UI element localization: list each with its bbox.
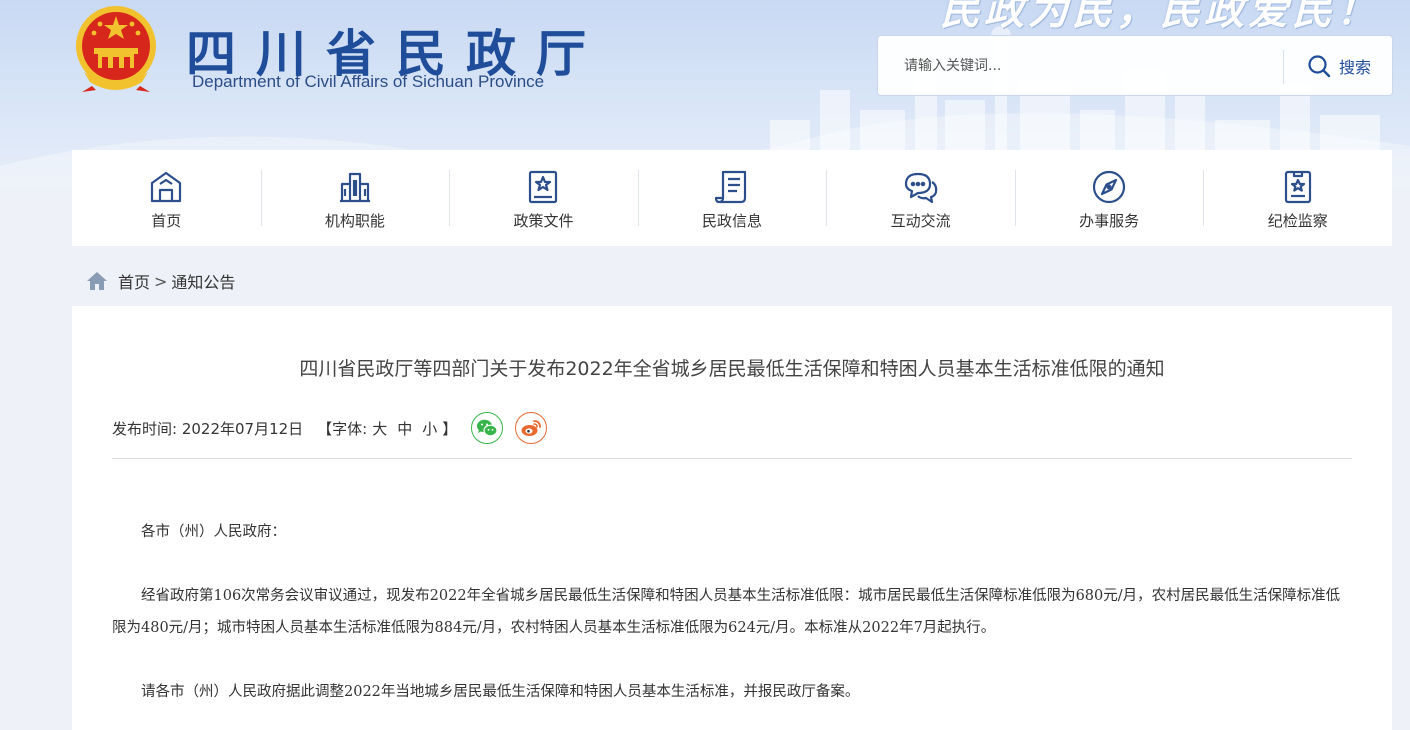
nav-label-services: 办事服务: [1079, 212, 1140, 230]
breadcrumb-home-link[interactable]: 首页: [118, 269, 150, 293]
font-size-bracket-close: 】: [442, 419, 458, 438]
main-nav: 首页 机构职能 政策文件 民政信息 互动交流 办事服务 纪检监察: [72, 150, 1392, 246]
article-body: 各市（州）人民政府： 经省政府第106次常务会议审议通过，现发布2022年全省城…: [112, 516, 1352, 730]
document-icon: [714, 170, 747, 204]
search-button-label: 搜索: [1338, 58, 1371, 77]
nav-item-institution[interactable]: 机构职能: [260, 150, 450, 246]
publish-date: 发布时间: 2022年07月12日: [112, 419, 304, 438]
nav-label-home: 首页: [151, 212, 182, 230]
chat-icon: [904, 172, 937, 204]
font-size-large-button[interactable]: 大: [372, 418, 387, 439]
article-title: 四川省民政厅等四部门关于发布2022年全省城乡居民最低生活保障和特困人员基本生活…: [299, 358, 1165, 380]
share-weibo-button[interactable]: [515, 412, 548, 444]
nav-label-institution: 机构职能: [324, 212, 385, 230]
font-size-bracket-open: 【字体:: [317, 419, 368, 438]
search-input[interactable]: [888, 44, 1283, 88]
nav-item-policy[interactable]: 政策文件: [449, 150, 638, 246]
article-paragraph: 各市（州）人民政府：: [141, 524, 286, 540]
breadcrumb-current-link[interactable]: 通知公告: [171, 269, 235, 293]
policy-book-icon: [529, 170, 558, 204]
article-panel: 四川省民政厅等四部门关于发布2022年全省城乡居民最低生活保障和特困人员基本生活…: [72, 306, 1392, 730]
building-icon: [339, 172, 370, 203]
breadcrumb: 首页 > 通知公告: [86, 268, 235, 294]
nav-item-interaction[interactable]: 互动交流: [826, 150, 1015, 246]
search-icon: [1308, 55, 1331, 78]
site-subtitle: Department of Civil Affairs of Sichuan P…: [192, 72, 545, 91]
weibo-icon: [521, 420, 542, 436]
nav-item-home[interactable]: 首页: [72, 150, 261, 246]
article-paragraph: 请各市（州）人民政府据此调整2022年当地城乡居民最低生活保障和特困人员基本生活…: [141, 684, 860, 700]
wechat-icon: [477, 419, 498, 437]
nav-label-news: 民政信息: [702, 212, 763, 230]
breadcrumb-separator: >: [154, 271, 168, 291]
home-icon: [151, 171, 182, 203]
nav-item-services[interactable]: 办事服务: [1014, 150, 1204, 246]
national-emblem-logo: [76, 6, 156, 92]
nav-label-policy: 政策文件: [513, 212, 574, 230]
badge-icon: [1284, 170, 1311, 204]
search-button[interactable]: 搜索: [1290, 46, 1388, 86]
article-divider: [112, 458, 1352, 459]
search-box: 搜索: [877, 35, 1393, 96]
article-meta: 发布时间: 2022年07月12日 【字体: 大 中 小 】: [112, 412, 548, 444]
font-size-small-button[interactable]: 小: [422, 418, 437, 439]
compass-icon: [1093, 170, 1126, 204]
search-divider: [1283, 50, 1284, 84]
header-slogan: 民政为民，民政爱民！: [940, 0, 1380, 34]
font-size-medium-button[interactable]: 中: [397, 418, 412, 439]
home-icon: [87, 272, 107, 290]
nav-item-news[interactable]: 民政信息: [637, 150, 827, 246]
nav-item-discipline[interactable]: 纪检监察: [1203, 150, 1392, 246]
nav-label-interaction: 互动交流: [890, 212, 951, 230]
article-paragraph: 经省政府第106次常务会议审议通过，现发布2022年全省城乡居民最低生活保障和特…: [112, 588, 1341, 636]
share-wechat-button[interactable]: [471, 412, 504, 444]
nav-label-discipline: 纪检监察: [1267, 212, 1328, 230]
